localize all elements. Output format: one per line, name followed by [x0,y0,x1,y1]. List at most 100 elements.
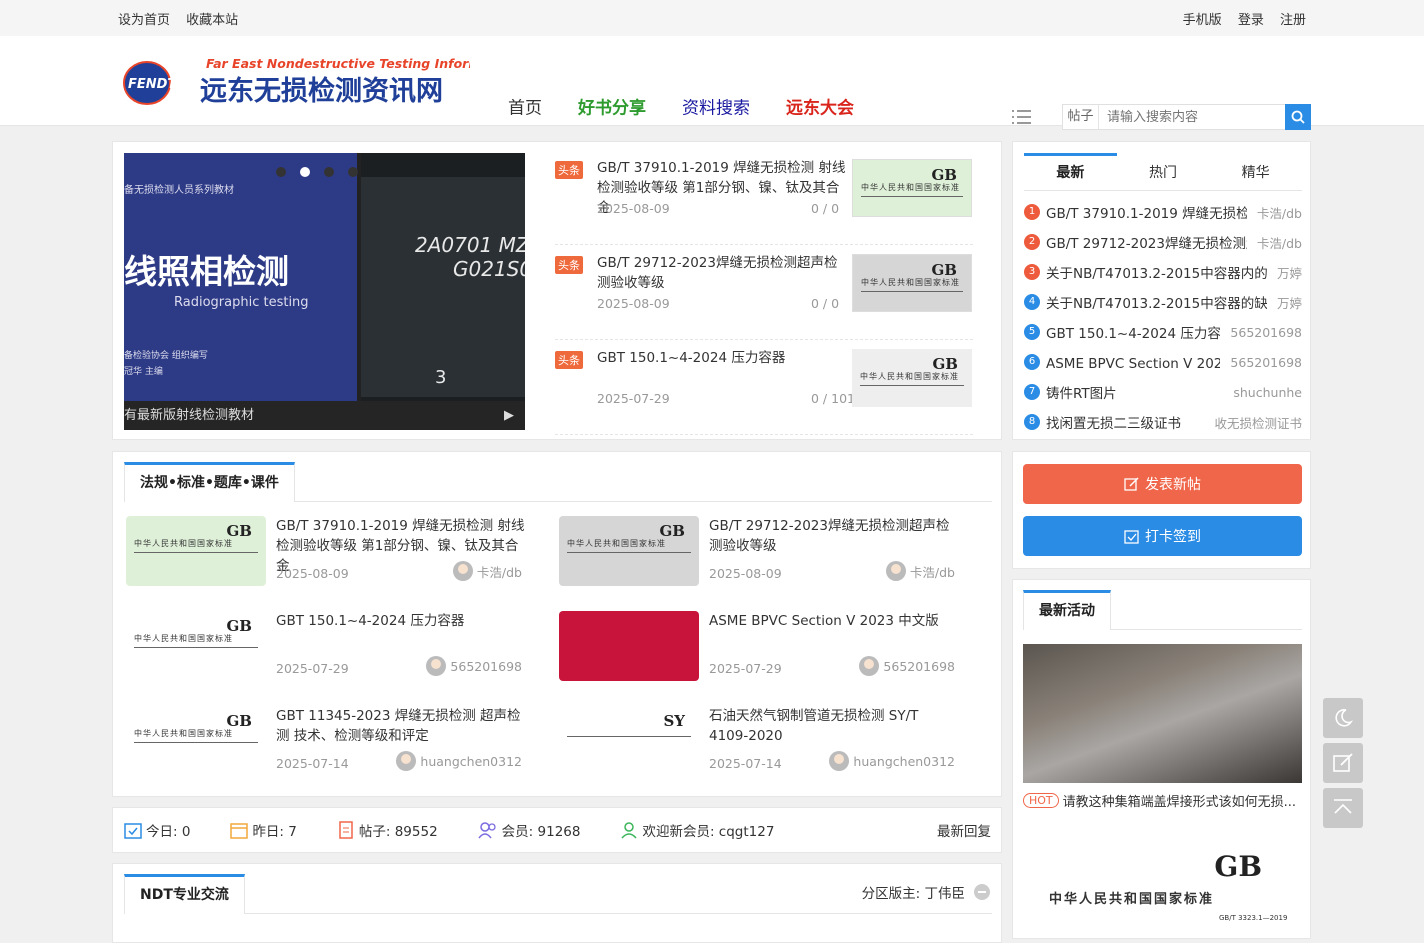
stat-welcome-text[interactable]: 欢迎新会员: cqgt127 [642,820,774,840]
register-link[interactable]: 注册 [1280,13,1306,28]
rank-title[interactable]: 关于NB/T47013.2-2015中容器内的内 [1046,262,1267,282]
collapse-icon[interactable] [973,883,991,901]
activity-title[interactable]: 最新活动 [1023,590,1111,630]
dark-mode-button[interactable] [1323,698,1363,738]
activity-post[interactable]: HOT 请教这种集箱端盖焊接形式该如何无损... [1023,791,1296,810]
nav-home[interactable]: 首页 [508,94,542,119]
rank-title[interactable]: ASME BPVC Section V 2023 中 [1046,352,1220,372]
back-to-top-button[interactable] [1323,788,1363,828]
nav-search-materials[interactable]: 资料搜索 [682,94,750,119]
user-name[interactable]: 卡浩/db [910,562,955,581]
item-user[interactable]: 565201698 [426,656,522,676]
rank-author[interactable]: 565201698 [1230,325,1302,340]
item-user[interactable]: 565201698 [859,656,955,676]
slide-textbook[interactable]: 备无损检测人员系列教材 线照相检测 Radiographic testing 备… [124,153,357,401]
moderator-text[interactable]: 分区版主: 丁伟臣 [862,882,965,902]
item-thumbnail[interactable] [559,611,699,681]
slider-caption[interactable]: 有最新版射线检测教材 ▶这 [124,401,525,430]
item-title[interactable]: GBT 11345-2023 焊缝无损检测 超声检测 技术、检测等级和评定 [276,706,526,746]
bookmark-link[interactable]: 收藏本站 [186,13,238,28]
item-user[interactable]: 卡浩/db [452,561,522,581]
rank-title[interactable]: 关于NB/T47013.2-2015中容器的缺陷 [1046,292,1267,312]
latest-replies-link[interactable]: 最新回复 [937,820,991,840]
item-user[interactable]: huangchen0312 [829,751,955,771]
user-name[interactable]: 卡浩/db [477,562,522,581]
tab-hot[interactable]: 热门 [1117,153,1210,190]
item-title[interactable]: GBT 150.1~4-2024 压力容器 [276,611,526,631]
section-title[interactable]: 法规•标准•题库•课件 [124,462,295,502]
float-post-button[interactable] [1323,743,1363,783]
headline-title[interactable]: GB/T 29712-2023焊缝无损检测超声检测验收等级 [597,253,847,293]
headline-thumbnail[interactable]: GB 中华人民共和国国家标准 [852,349,972,407]
image-slider[interactable]: 备无损检测人员系列教材 线照相检测 Radiographic testing 备… [124,153,525,430]
login-link[interactable]: 登录 [1238,13,1264,28]
list-item[interactable]: 4 关于NB/T47013.2-2015中容器的缺陷 万婷 [1024,287,1302,317]
item-thumbnail[interactable]: GB 中华人民共和国国家标准 [126,706,266,776]
list-item[interactable]: SY 石油天然气钢制管道无损检测 SY/T 4109-2020 2025-07-… [559,706,979,776]
user-name[interactable]: huangchen0312 [853,754,955,769]
search-type-select[interactable]: 帖子 [1063,105,1099,129]
list-item[interactable]: 1 GB/T 37910.1-2019 焊缝无损检测 卡浩/db [1024,197,1302,227]
activity-image[interactable] [1023,644,1302,783]
nav-conference[interactable]: 远东大会 [786,94,854,119]
rank-author[interactable]: shuchunhe [1233,385,1302,400]
avatar[interactable] [829,751,850,771]
mobile-link[interactable]: 手机版 [1183,13,1222,28]
headline-thumbnail[interactable]: GB 中华人民共和国国家标准 [852,159,972,217]
list-item[interactable]: 5 GBT 150.1~4-2024 压力容器 565201698 [1024,317,1302,347]
headline-item[interactable]: 头条 GB/T 29712-2023焊缝无损检测超声检测验收等级 2025-08… [555,250,973,340]
slider-dot[interactable] [324,167,334,177]
headline-thumbnail[interactable]: GB 中华人民共和国国家标准 [852,254,972,312]
list-item[interactable]: GB 中华人民共和国国家标准 GB/T 37910.1-2019 焊缝无损检测 射… [126,516,546,586]
slider-dot-active[interactable] [300,167,310,177]
rank-author[interactable]: 卡浩/db [1257,203,1302,222]
nav-books[interactable]: 好书分享 [578,94,646,119]
list-item[interactable]: 3 关于NB/T47013.2-2015中容器内的内 万婷 [1024,257,1302,287]
slider-dot[interactable] [348,167,358,177]
headline-item[interactable]: 头条 GBT 150.1~4-2024 压力容器 2025-07-29 0 / … [555,345,973,435]
item-title[interactable]: GB/T 29712-2023焊缝无损检测超声检测验收等级 [709,516,959,556]
avatar[interactable] [452,561,473,581]
item-title[interactable]: 石油天然气钢制管道无损检测 SY/T 4109-2020 [709,706,959,746]
list-item[interactable]: 8 找闲置无损二三级证书 收无损检测证书 [1024,407,1302,437]
rank-title[interactable]: GB/T 29712-2023焊缝无损检测超 [1046,232,1247,252]
tab-featured[interactable]: 精华 [1209,153,1302,190]
list-item[interactable]: ASME BPVC Section V 2023 中文版 2025-07-29 … [559,611,979,681]
rank-title[interactable]: GBT 150.1~4-2024 压力容器 [1046,322,1220,342]
user-name[interactable]: 565201698 [883,659,955,674]
item-thumbnail[interactable]: GB 中华人民共和国国家标准 [559,516,699,586]
checkin-button[interactable]: 打卡签到 [1023,516,1302,556]
rank-title[interactable]: 铸件RT图片 [1046,382,1223,402]
avatar[interactable] [396,751,417,771]
headline-title[interactable]: GBT 150.1~4-2024 压力容器 [597,348,847,368]
list-item[interactable]: 7 铸件RT图片 shuchunhe [1024,377,1302,407]
rank-title[interactable]: GB/T 37910.1-2019 焊缝无损检测 [1046,202,1247,222]
list-item[interactable]: GB 中华人民共和国国家标准 GBT 150.1~4-2024 压力容器 2025… [126,611,546,681]
avatar[interactable] [859,656,880,676]
item-thumbnail[interactable]: GB 中华人民共和国国家标准 [126,516,266,586]
site-logo[interactable]: FENDT Far East Nondestructive Testing In… [120,56,518,108]
search-button[interactable] [1285,104,1311,130]
activity-post-title[interactable]: 请教这种集箱端盖焊接形式该如何无损... [1063,791,1296,810]
item-user[interactable]: huangchen0312 [396,751,522,771]
item-thumbnail[interactable]: SY [559,706,699,776]
set-homepage-link[interactable]: 设为首页 [118,13,170,28]
ndt-title[interactable]: NDT专业交流 [124,874,245,914]
search-input[interactable] [1099,105,1285,129]
rank-author[interactable]: 万婷 [1277,263,1302,282]
rank-author[interactable]: 565201698 [1230,355,1302,370]
list-item[interactable]: GB 中华人民共和国国家标准 GB/T 29712-2023焊缝无损检测超声检测验… [559,516,979,586]
list-item[interactable]: 2 GB/T 29712-2023焊缝无损检测超 卡浩/db [1024,227,1302,257]
user-name[interactable]: huangchen0312 [420,754,522,769]
activity-gb-image[interactable]: GB 中华人民共和国国家标准 GB/T 3323.1—2019 [1023,844,1302,934]
item-user[interactable]: 卡浩/db [885,561,955,581]
rank-author[interactable]: 收无损检测证书 [1214,413,1302,432]
slider-dot[interactable] [276,167,286,177]
menu-list-icon[interactable] [1012,108,1032,126]
new-post-button[interactable]: 发表新帖 [1023,464,1302,504]
avatar[interactable] [426,656,447,676]
tab-latest[interactable]: 最新 [1024,153,1117,190]
item-thumbnail[interactable]: GB 中华人民共和国国家标准 [126,611,266,681]
rank-author[interactable]: 万婷 [1277,293,1302,312]
headline-item[interactable]: 头条 GB/T 37910.1-2019 焊缝无损检测 射线检测验收等级 第1部… [555,155,973,245]
